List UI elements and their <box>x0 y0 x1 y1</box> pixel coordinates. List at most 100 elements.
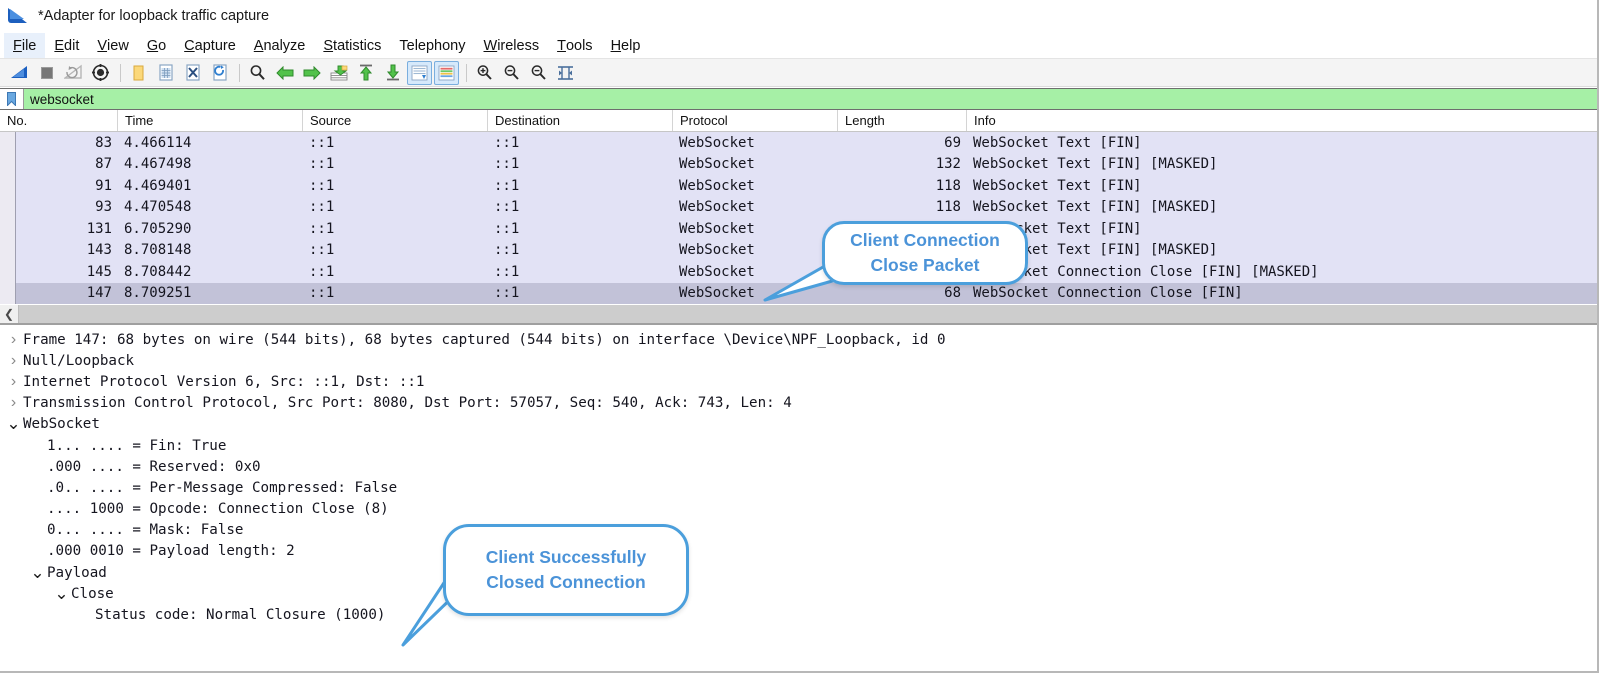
cell-info: WebSocket Text [FIN] [MASKED] <box>967 156 1582 172</box>
table-row[interactable]: 834.466114::1::1WebSocket69WebSocket Tex… <box>16 132 1597 154</box>
menu-analyze[interactable]: Analyze <box>245 33 315 58</box>
column-header-time[interactable]: Time <box>118 110 303 131</box>
detail-tree-row[interactable]: Status code: Normal Closure (1000) <box>0 604 1597 625</box>
column-header-no[interactable]: No. <box>0 110 118 131</box>
detail-tree-row[interactable]: ›Null/Loopback <box>0 350 1597 371</box>
cell-info: WebSocket Text [FIN] [MASKED] <box>967 242 1582 258</box>
cell-no: 87 <box>16 156 118 172</box>
cell-length: 69 <box>838 135 967 151</box>
column-header-source[interactable]: Source <box>303 110 488 131</box>
tree-spacer <box>28 503 47 515</box>
reload-file-icon[interactable] <box>207 61 232 85</box>
detail-tree-row[interactable]: .000 0010 = Payload length: 2 <box>0 541 1597 562</box>
menu-help[interactable]: Help <box>602 33 650 58</box>
detail-tree-row[interactable]: ⌄Close <box>0 583 1597 604</box>
detail-tree-label: .... 1000 = Opcode: Connection Close (8) <box>47 501 389 517</box>
wireshark-shark-fin-icon <box>8 8 28 25</box>
cell-no: 83 <box>16 135 118 151</box>
tree-spacer <box>76 609 95 621</box>
menu-wireless[interactable]: Wireless <box>475 33 549 58</box>
detail-tree-row[interactable]: 1... .... = Fin: True <box>0 435 1597 456</box>
cell-no: 147 <box>16 285 118 301</box>
chevron-right-icon[interactable]: › <box>4 352 23 370</box>
detail-tree-row[interactable]: .... 1000 = Opcode: Connection Close (8) <box>0 499 1597 520</box>
stop-capture-icon[interactable] <box>34 61 59 85</box>
auto-scroll-icon[interactable] <box>407 61 432 85</box>
go-back-icon[interactable] <box>272 61 297 85</box>
resize-columns-icon[interactable] <box>553 61 578 85</box>
detail-tree-row[interactable]: ›Internet Protocol Version 6, Src: ::1, … <box>0 371 1597 392</box>
cell-source: ::1 <box>303 285 488 301</box>
display-filter-input[interactable]: websocket <box>24 89 1597 109</box>
tree-spacer <box>28 461 47 473</box>
table-row[interactable]: 914.469401::1::1WebSocket118WebSocket Te… <box>16 175 1597 197</box>
bookmark-icon[interactable] <box>0 89 24 109</box>
detail-tree-row[interactable]: .0.. .... = Per-Message Compressed: Fals… <box>0 477 1597 498</box>
wireshark-window: *Adapter for loopback traffic capture Fi… <box>0 0 1599 673</box>
go-to-first-packet-icon[interactable] <box>353 61 378 85</box>
cell-protocol: WebSocket <box>673 156 838 172</box>
zoom-out-icon[interactable] <box>499 61 524 85</box>
go-to-packet-icon[interactable] <box>326 61 351 85</box>
detail-tree-label: 1... .... = Fin: True <box>47 438 226 454</box>
detail-tree-row[interactable]: ⌄Payload <box>0 562 1597 583</box>
detail-tree-label: .000 0010 = Payload length: 2 <box>47 543 295 559</box>
chevron-down-icon[interactable]: ⌄ <box>4 420 23 428</box>
cell-time: 8.708148 <box>118 242 303 258</box>
detail-tree-row[interactable]: ›Frame 147: 68 bytes on wire (544 bits),… <box>0 329 1597 350</box>
chevron-right-icon[interactable]: › <box>4 331 23 349</box>
detail-tree-row[interactable]: 0... .... = Mask: False <box>0 520 1597 541</box>
cell-source: ::1 <box>303 221 488 237</box>
menu-telephony[interactable]: Telephony <box>390 33 474 58</box>
column-header-protocol[interactable]: Protocol <box>673 110 838 131</box>
scroll-left-icon[interactable]: ❮ <box>0 305 19 323</box>
chevron-down-icon[interactable]: ⌄ <box>28 569 47 577</box>
zoom-in-icon[interactable] <box>472 61 497 85</box>
detail-tree-label: Internet Protocol Version 6, Src: ::1, D… <box>23 374 424 390</box>
find-packet-icon[interactable] <box>245 61 270 85</box>
chevron-right-icon[interactable]: › <box>4 394 23 412</box>
column-header-length[interactable]: Length <box>838 110 967 131</box>
packet-list-vertical-scrollbar[interactable] <box>0 132 16 304</box>
detail-tree-label: Null/Loopback <box>23 353 134 369</box>
title-bar: *Adapter for loopback traffic capture <box>0 0 1597 33</box>
tree-spacer <box>28 440 47 452</box>
tree-spacer <box>28 482 47 494</box>
cell-destination: ::1 <box>488 285 673 301</box>
chevron-right-icon[interactable]: › <box>4 373 23 391</box>
main-toolbar <box>0 59 1597 87</box>
menu-view[interactable]: View <box>88 33 137 58</box>
detail-tree-row[interactable]: ⌄WebSocket <box>0 414 1597 435</box>
restart-capture-icon[interactable] <box>61 61 86 85</box>
menu-go[interactable]: Go <box>138 33 175 58</box>
close-file-icon[interactable] <box>180 61 205 85</box>
colorize-packets-icon[interactable] <box>434 61 459 85</box>
chevron-down-icon[interactable]: ⌄ <box>52 590 71 598</box>
cell-source: ::1 <box>303 156 488 172</box>
menu-capture[interactable]: Capture <box>175 33 245 58</box>
go-to-last-packet-icon[interactable] <box>380 61 405 85</box>
column-header-info[interactable]: Info <box>967 110 1582 131</box>
cell-info: WebSocket Text [FIN] <box>967 178 1582 194</box>
start-capture-icon[interactable] <box>7 61 32 85</box>
open-file-icon[interactable] <box>126 61 151 85</box>
callout-client-connection-close-packet: Client Connection Close Packet <box>822 221 1028 285</box>
menu-file[interactable]: File <box>4 33 45 58</box>
menu-edit[interactable]: Edit <box>45 33 88 58</box>
menu-tools[interactable]: Tools <box>548 33 601 58</box>
detail-tree-row[interactable]: .000 .... = Reserved: 0x0 <box>0 456 1597 477</box>
cell-time: 6.705290 <box>118 221 303 237</box>
column-header-destination[interactable]: Destination <box>488 110 673 131</box>
zoom-reset-icon[interactable] <box>526 61 551 85</box>
capture-options-icon[interactable] <box>88 61 113 85</box>
cell-info: WebSocket Text [FIN] <box>967 221 1582 237</box>
cell-time: 4.469401 <box>118 178 303 194</box>
menu-statistics[interactable]: Statistics <box>314 33 390 58</box>
table-row[interactable]: 934.470548::1::1WebSocket118WebSocket Te… <box>16 197 1597 219</box>
save-file-icon[interactable] <box>153 61 178 85</box>
table-row[interactable]: 874.467498::1::1WebSocket132WebSocket Te… <box>16 154 1597 176</box>
detail-tree-row[interactable]: ›Transmission Control Protocol, Src Port… <box>0 393 1597 414</box>
detail-tree-label: Close <box>71 586 114 602</box>
callout-1-line-2: Close Packet <box>871 253 980 278</box>
go-forward-icon[interactable] <box>299 61 324 85</box>
